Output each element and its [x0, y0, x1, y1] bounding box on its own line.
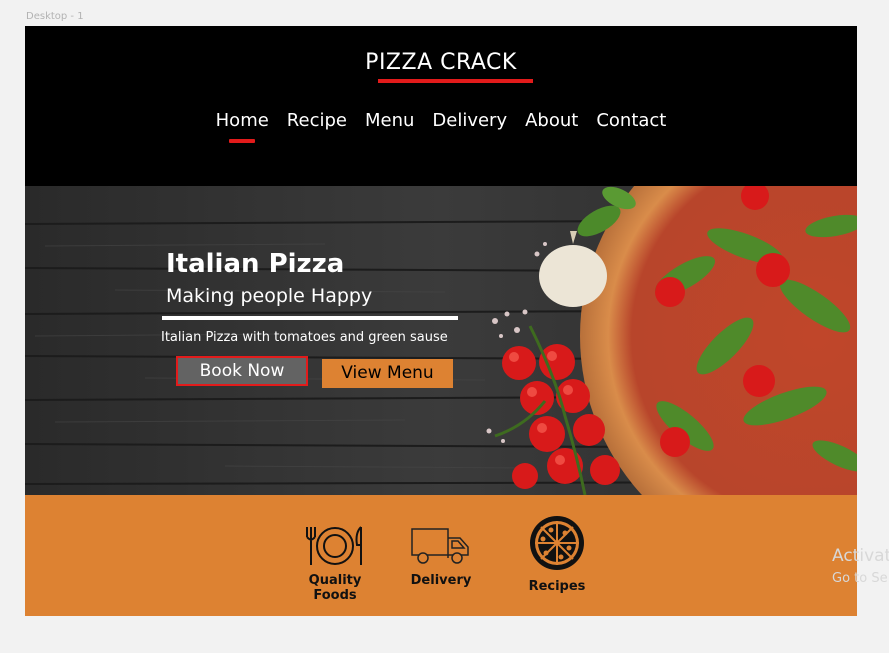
activate-watermark: Activat [832, 546, 889, 566]
activate-watermark-sub: Go to Se [832, 571, 888, 586]
nav-menu[interactable]: Menu [365, 110, 414, 131]
hero-subtitle: Making people Happy [166, 285, 373, 307]
nav-contact[interactable]: Contact [596, 110, 666, 131]
view-menu-button[interactable]: View Menu [322, 359, 453, 388]
nav-recipe[interactable]: Recipe [287, 110, 347, 131]
frame-label: Desktop - 1 [26, 11, 84, 22]
nav-delivery[interactable]: Delivery [432, 110, 507, 131]
feature-delivery: Delivery [405, 525, 477, 588]
desktop-frame: PIZZA CRACK Home Recipe Menu Delivery Ab… [25, 26, 857, 616]
hero-description: Italian Pizza with tomatoes and green sa… [161, 330, 448, 345]
feature-label-delivery: Delivery [410, 573, 472, 588]
hero-title: Italian Pizza [166, 249, 345, 279]
pizza-icon [530, 516, 584, 570]
feature-quality-foods: Quality Foods [285, 525, 385, 603]
feature-label-quality-foods: Quality Foods [308, 573, 362, 603]
feature-label-recipes: Recipes [528, 579, 586, 594]
main-nav: Home Recipe Menu Delivery About Contact [25, 110, 857, 143]
features-bar: Quality Foods Delivery Recipes [25, 495, 857, 616]
feature-recipes: Recipes [517, 515, 597, 594]
nav-about[interactable]: About [525, 110, 578, 131]
book-now-button[interactable]: Book Now [176, 356, 308, 386]
site-header: PIZZA CRACK Home Recipe Menu Delivery Ab… [25, 26, 857, 186]
plate-cutlery-icon [306, 526, 362, 565]
hero-banner: Italian Pizza Making people Happy Italia… [25, 186, 857, 495]
nav-home[interactable]: Home [216, 110, 269, 143]
brand-title: PIZZA CRACK [365, 50, 517, 75]
delivery-truck-icon [411, 528, 469, 564]
brand-underline [378, 79, 533, 83]
hero-divider [162, 316, 458, 320]
